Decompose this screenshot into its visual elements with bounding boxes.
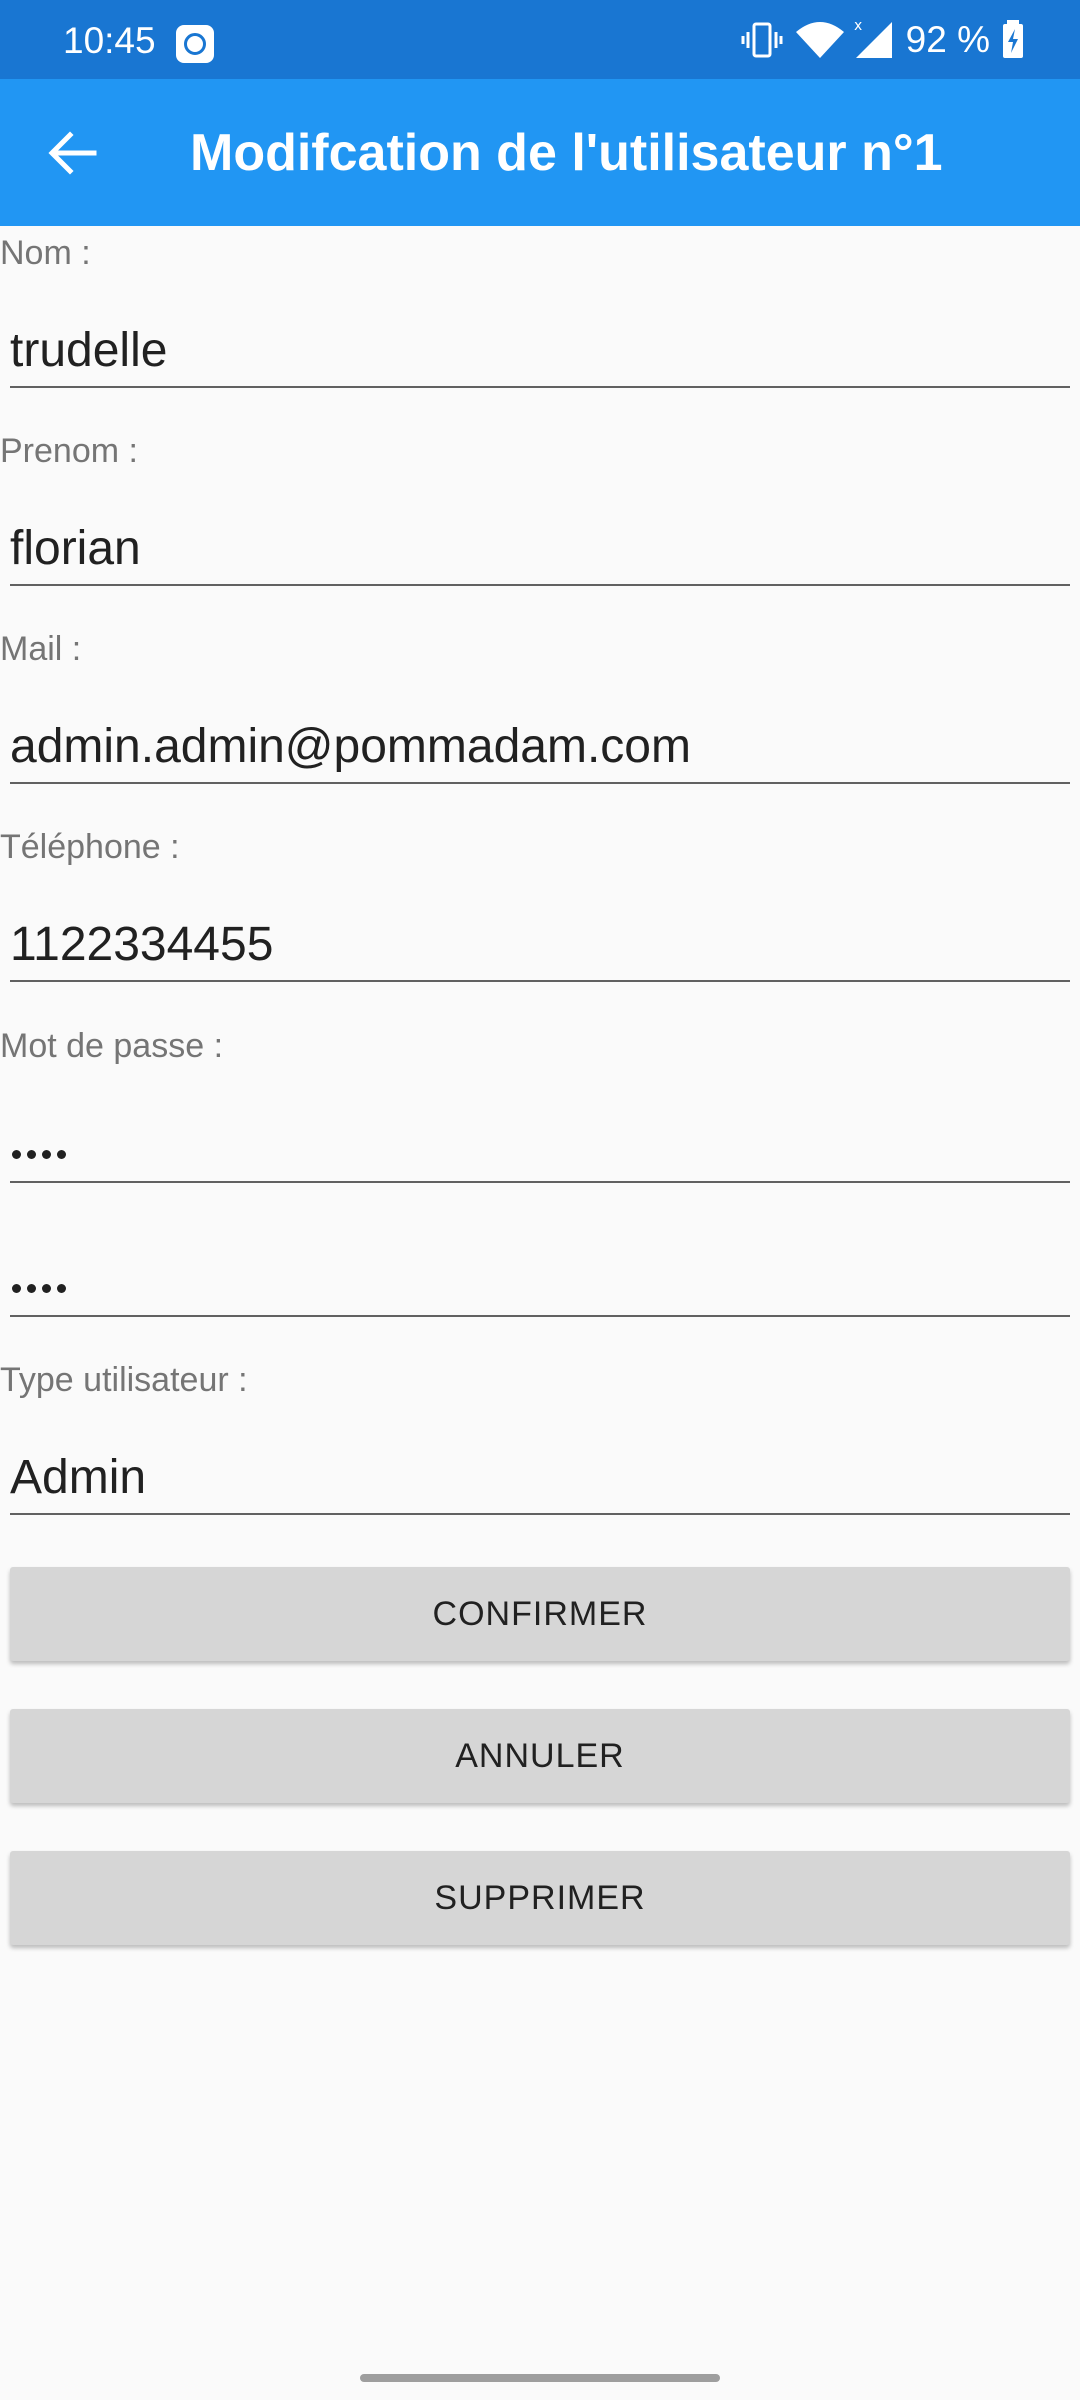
arrow-left-icon (48, 131, 97, 175)
page-title: Modifcation de l'utilisateur n°1 (190, 124, 943, 182)
app-bar: Modifcation de l'utilisateur n°1 (0, 79, 1080, 226)
password-dot (12, 1284, 21, 1293)
password-dot (27, 1284, 36, 1293)
cancel-button[interactable]: ANNULER (10, 1709, 1070, 1803)
telephone-value: 1122334455 (10, 918, 274, 971)
type-utilisateur-value: Admin (10, 1451, 147, 1504)
nom-input[interactable]: trudelle (10, 318, 1070, 388)
password-mask (12, 1150, 72, 1159)
prenom-input[interactable]: florian (10, 516, 1070, 586)
mail-value: admin.admin@pommadam.com (10, 720, 691, 773)
password-dot (57, 1150, 66, 1159)
confirm-button[interactable]: CONFIRMER (10, 1567, 1070, 1661)
type-utilisateur-label: Type utilisateur : (0, 1361, 248, 1399)
password-dot (27, 1150, 36, 1159)
password-input[interactable] (10, 1113, 1070, 1183)
back-button[interactable] (40, 121, 104, 185)
telephone-label: Téléphone : (0, 828, 180, 866)
wifi-icon (795, 22, 844, 58)
mail-label: Mail : (0, 630, 82, 668)
password-label: Mot de passe : (0, 1027, 224, 1065)
vibrate-icon (741, 22, 783, 58)
nom-value: trudelle (10, 324, 168, 377)
mail-input[interactable]: admin.admin@pommadam.com (10, 714, 1070, 784)
app-notification-icon (176, 25, 214, 63)
password-dot (57, 1284, 66, 1293)
home-indicator[interactable] (360, 2374, 720, 2382)
password-dot (12, 1150, 21, 1159)
nom-label: Nom : (0, 234, 91, 272)
battery-charging-icon (1003, 20, 1023, 58)
prenom-value: florian (10, 522, 141, 575)
type-utilisateur-input[interactable]: Admin (10, 1445, 1070, 1515)
svg-text:x: x (854, 18, 862, 34)
signal-icon: x (854, 18, 892, 58)
confirm-password-input[interactable] (10, 1247, 1070, 1317)
confirm-password-mask (12, 1284, 72, 1293)
prenom-label: Prenom : (0, 432, 138, 470)
battery-percentage: 92 % (905, 19, 990, 60)
status-time: 10:45 (63, 20, 156, 61)
password-dot (42, 1150, 51, 1159)
telephone-input[interactable]: 1122334455 (10, 912, 1070, 982)
delete-button[interactable]: SUPPRIMER (10, 1851, 1070, 1945)
status-icons: x 92 % (740, 18, 1024, 62)
password-dot (42, 1284, 51, 1293)
status-bar: 10:45 x 92 % (0, 0, 1080, 79)
